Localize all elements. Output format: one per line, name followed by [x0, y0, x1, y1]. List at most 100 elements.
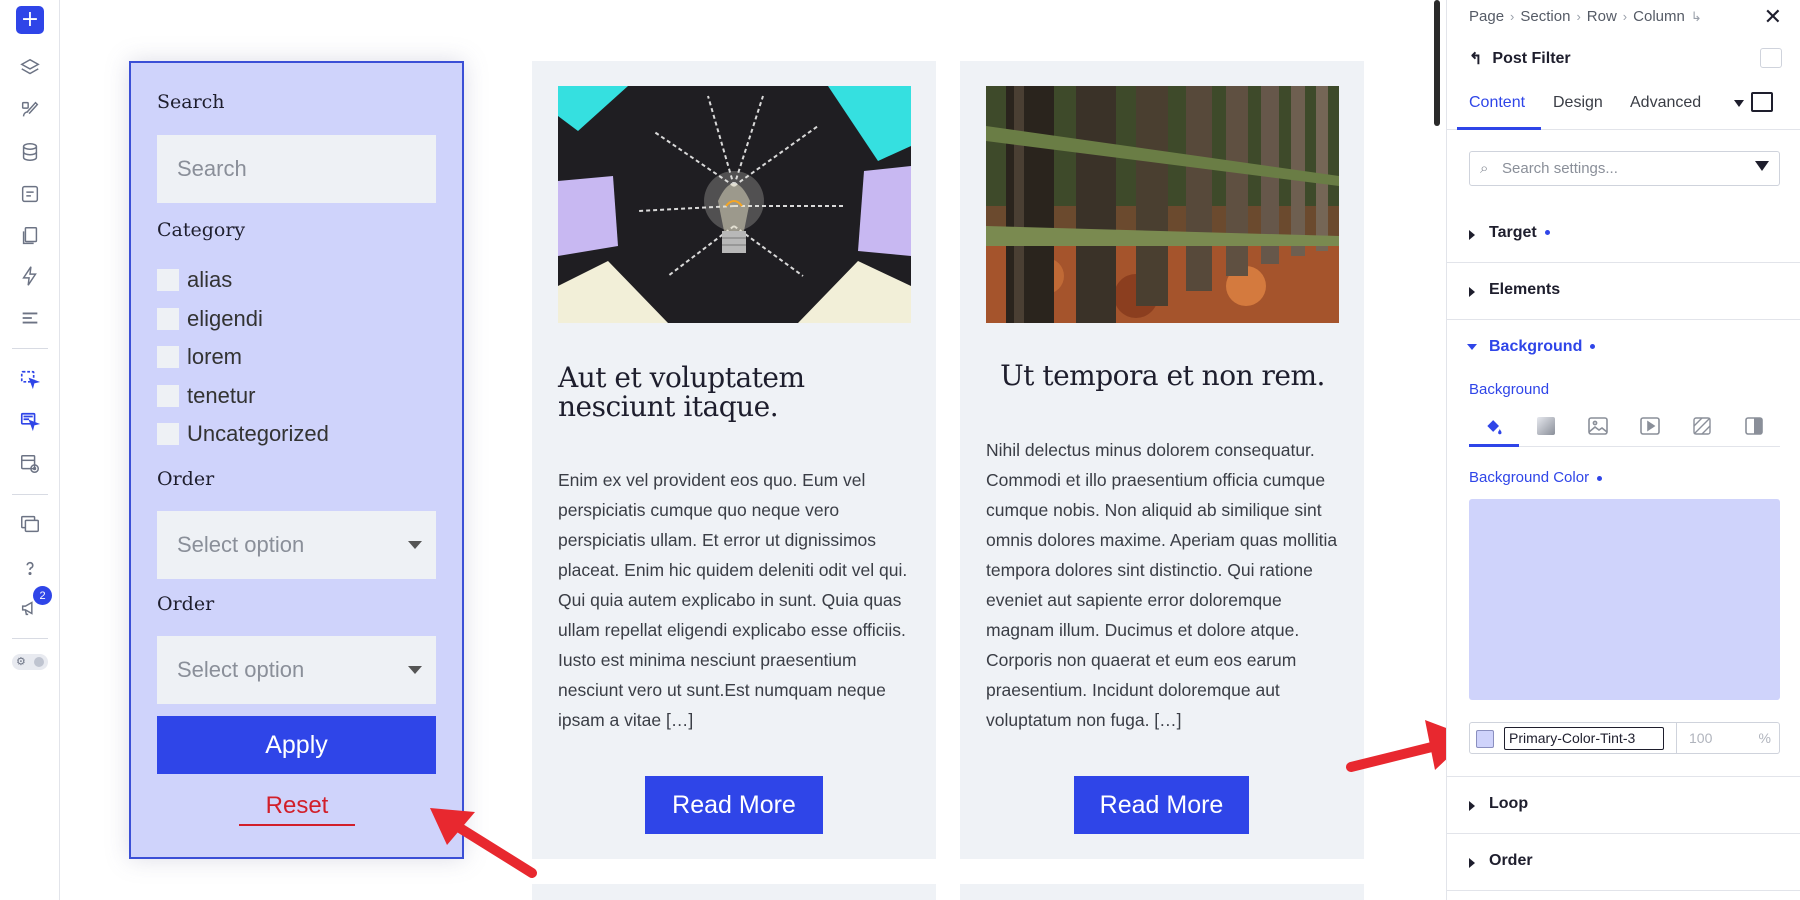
read-more-button[interactable]: Read More	[645, 776, 823, 834]
order-select[interactable]: Select option	[157, 636, 436, 704]
tab-design[interactable]: Design	[1553, 94, 1603, 112]
active-type-indicator	[1469, 444, 1519, 447]
category-checkbox[interactable]: Uncategorized	[157, 421, 329, 447]
color-preview[interactable]	[1469, 499, 1780, 700]
cursor-select-icon[interactable]	[16, 366, 44, 394]
chevron-right-icon: ›	[1576, 9, 1581, 24]
child-arrow-icon: ↳	[1690, 8, 1702, 24]
search-icon: ⌕	[1480, 160, 1489, 177]
builder-screen: + 2 ⚙ Search Search Category alias elige…	[0, 0, 1800, 900]
pages-icon[interactable]	[16, 222, 44, 250]
wooden-fence-image	[986, 86, 1339, 323]
database-icon[interactable]	[16, 138, 44, 166]
color-swatch[interactable]	[1476, 730, 1494, 748]
help-icon[interactable]	[16, 554, 44, 582]
caret-right-icon	[1469, 230, 1475, 240]
overlay-icon[interactable]	[1743, 416, 1765, 436]
canvas-scrollbar[interactable]	[1434, 0, 1440, 126]
search-input[interactable]: Search	[157, 135, 436, 203]
windows-icon[interactable]	[16, 510, 44, 538]
close-icon[interactable]: ✕	[1764, 4, 1782, 30]
element-name: Post Filter	[1492, 50, 1571, 67]
filter-icon[interactable]	[1755, 161, 1769, 171]
breadcrumb-item[interactable]: Section	[1520, 8, 1570, 25]
back-arrow-icon[interactable]: ↰	[1469, 49, 1482, 69]
lightning-icon[interactable]	[16, 262, 44, 290]
checkbox[interactable]	[157, 346, 179, 368]
read-more-button[interactable]: Read More	[1074, 776, 1249, 834]
sliders-icon[interactable]	[1760, 48, 1782, 68]
caret-down-icon[interactable]	[1467, 344, 1477, 350]
reset-link[interactable]: Reset	[239, 792, 355, 826]
toolbar-divider	[12, 638, 48, 639]
checkbox[interactable]	[157, 385, 179, 407]
element-header: ↰ Post Filter	[1469, 49, 1571, 69]
checkbox[interactable]	[157, 269, 179, 291]
video-icon[interactable]	[1639, 416, 1661, 436]
settings-toggle-icon[interactable]: ⚙	[12, 654, 48, 670]
layers-icon[interactable]	[16, 54, 44, 82]
category-checkbox[interactable]: tenetur	[157, 383, 256, 409]
notification-badge: 2	[33, 586, 52, 605]
modified-dot	[1590, 344, 1596, 350]
caret-right-icon	[1469, 801, 1475, 811]
add-icon[interactable]: +	[16, 6, 44, 34]
gradient-icon[interactable]	[1535, 416, 1557, 436]
color-name-field[interactable]: Primary-Color-Tint-3	[1504, 727, 1664, 750]
category-checkbox[interactable]: alias	[157, 267, 232, 293]
toolbar-divider	[12, 348, 48, 349]
section-loop[interactable]: Loop	[1447, 777, 1800, 834]
list-icon[interactable]	[16, 304, 44, 332]
toolbar-divider	[12, 494, 48, 495]
tab-content[interactable]: Content	[1469, 94, 1525, 112]
active-tab-indicator	[1457, 127, 1541, 130]
brush-icon[interactable]	[16, 96, 44, 124]
pattern-icon[interactable]	[1691, 416, 1713, 436]
post-card	[532, 884, 936, 900]
annotation-arrow	[430, 808, 537, 878]
category-checkbox[interactable]: lorem	[157, 344, 242, 370]
settings-search-input[interactable]: ⌕ Search settings...	[1469, 151, 1780, 186]
image-icon[interactable]	[1587, 416, 1609, 436]
section-order[interactable]: Order	[1447, 834, 1800, 891]
background-color-label: Background Color	[1469, 469, 1603, 486]
background-type-tabs	[1469, 412, 1780, 447]
post-title[interactable]: Ut tempora et non rem.	[986, 361, 1339, 390]
post-card: Aut et voluptatem nesciunt itaque. Enim …	[532, 61, 936, 859]
checkbox[interactable]	[157, 423, 179, 445]
modified-dot	[1544, 230, 1550, 236]
section-elements[interactable]: Elements	[1447, 263, 1800, 320]
caret-right-icon	[1469, 287, 1475, 297]
post-title[interactable]: Aut et voluptatem nesciunt itaque.	[558, 363, 911, 421]
category-checkbox[interactable]: eligendi	[157, 306, 263, 332]
breadcrumb-item[interactable]: Row	[1587, 8, 1617, 25]
panel-tabs: Content Design Advanced	[1447, 90, 1800, 130]
template-eye-icon[interactable]	[16, 450, 44, 478]
left-toolbar: + 2 ⚙	[0, 0, 60, 900]
checkbox[interactable]	[157, 308, 179, 330]
form-icon[interactable]	[16, 180, 44, 208]
tab-advanced[interactable]: Advanced	[1630, 94, 1701, 112]
lightbulb-image	[558, 86, 911, 323]
caret-right-icon	[1469, 858, 1475, 868]
search-label: Search	[157, 91, 225, 113]
settings-panel: Page › Section › Row › Column ↳ ✕ ↰ Post…	[1446, 0, 1800, 900]
apply-button[interactable]: Apply	[157, 716, 436, 774]
section-target[interactable]: Target	[1447, 206, 1800, 263]
breadcrumb: Page › Section › Row › Column ↳	[1469, 8, 1702, 25]
cursor-multi-icon[interactable]	[16, 408, 44, 436]
breadcrumb-item[interactable]: Column	[1633, 8, 1685, 25]
paint-bucket-icon[interactable]	[1483, 416, 1505, 436]
post-card: Ut tempora et non rem. Nihil delectus mi…	[960, 61, 1364, 859]
post-filter-panel[interactable]: Search Search Category alias eligendi lo…	[129, 61, 464, 859]
caret-down-icon	[408, 541, 422, 549]
modified-dot	[1597, 475, 1603, 481]
category-label: Category	[157, 219, 246, 241]
breadcrumb-item[interactable]: Page	[1469, 8, 1504, 25]
color-picker-row: Primary-Color-Tint-3 100 %	[1469, 722, 1780, 754]
caret-down-icon[interactable]	[1734, 100, 1744, 107]
square-icon[interactable]	[1751, 92, 1773, 112]
order-label: Order	[157, 468, 215, 490]
order-select[interactable]: Select option	[157, 511, 436, 579]
chevron-right-icon: ›	[1510, 9, 1515, 24]
